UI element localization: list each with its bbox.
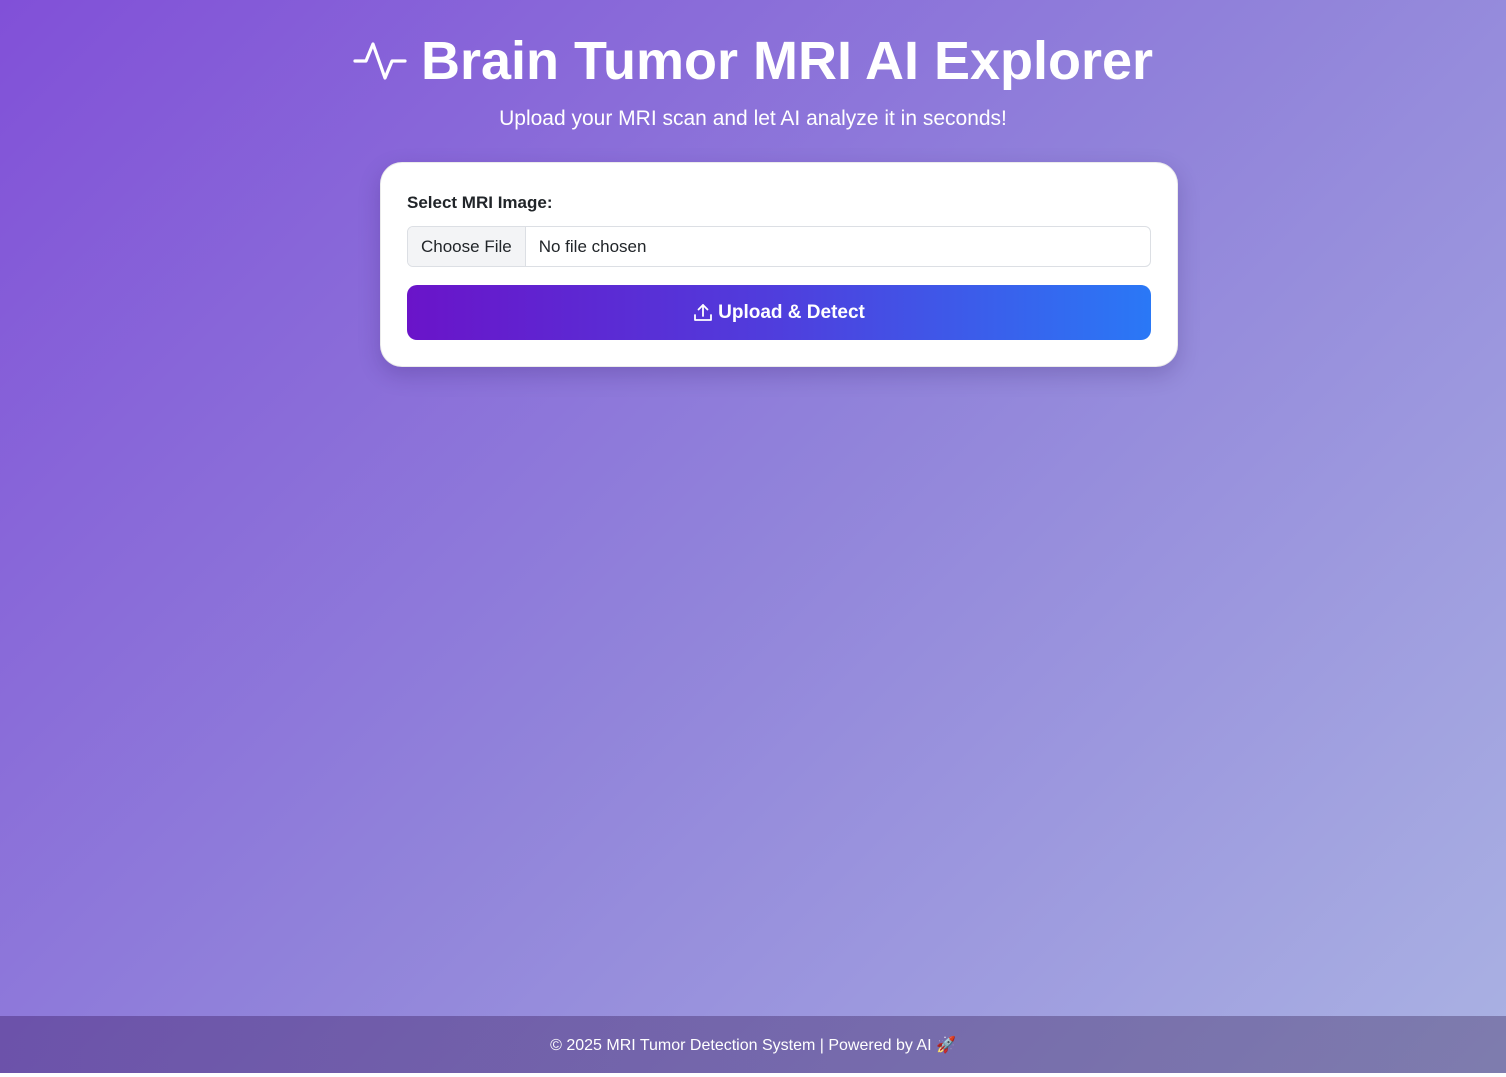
upload-card: Select MRI Image: Choose File No file ch… bbox=[380, 162, 1178, 367]
mri-file-input[interactable]: Choose File No file chosen bbox=[407, 226, 1151, 267]
page-title-text: Brain Tumor MRI AI Explorer bbox=[420, 31, 1154, 91]
upload-icon bbox=[694, 303, 713, 321]
mri-image-label: Select MRI Image: bbox=[407, 193, 553, 212]
upload-detect-label: Upload & Detect bbox=[718, 301, 865, 323]
page-subtitle: Upload your MRI scan and let AI analyze … bbox=[499, 107, 1007, 130]
choose-file-button[interactable]: Choose File bbox=[408, 227, 526, 266]
footer-text: © 2025 MRI Tumor Detection System | Powe… bbox=[550, 1036, 956, 1054]
page-footer: © 2025 MRI Tumor Detection System | Powe… bbox=[0, 1016, 1506, 1073]
page-title: Brain Tumor MRI AI Explorer bbox=[0, 28, 1506, 94]
bottom-divider bbox=[0, 1073, 1506, 1077]
upload-detect-button[interactable]: Upload & Detect bbox=[407, 285, 1151, 340]
pulse-icon bbox=[353, 42, 407, 80]
file-status-text: No file chosen bbox=[538, 236, 647, 256]
